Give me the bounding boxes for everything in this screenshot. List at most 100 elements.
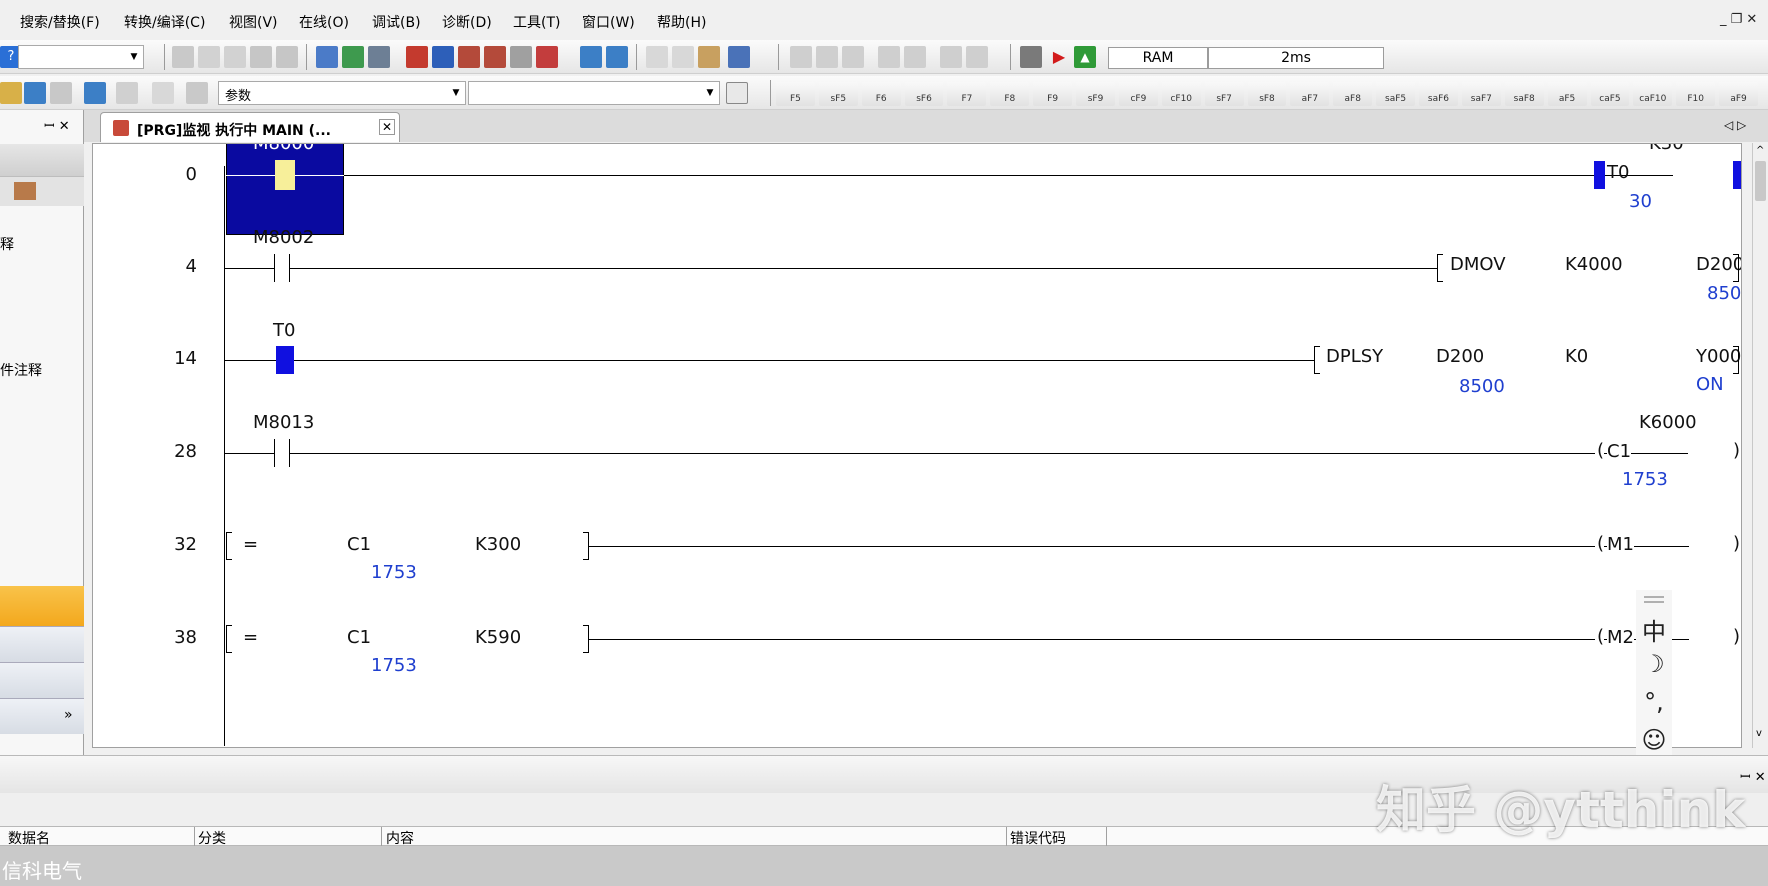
menu-online[interactable]: 在线(O) bbox=[299, 12, 349, 32]
plc-write-icon[interactable] bbox=[432, 46, 454, 68]
chevron-down-icon[interactable]: ▼ bbox=[703, 85, 717, 101]
dev-icon[interactable] bbox=[24, 82, 46, 104]
ladder-symbol-button[interactable]: sF7 bbox=[1204, 82, 1244, 106]
col-error-code[interactable]: 错误代码 bbox=[1010, 828, 1066, 848]
nav-pane-button[interactable]: » bbox=[0, 698, 84, 734]
undo-icon[interactable] bbox=[250, 46, 272, 68]
menu-view[interactable]: 视图(V) bbox=[229, 12, 278, 32]
column-separator[interactable] bbox=[381, 827, 382, 847]
ladder-symbol-button[interactable]: saF6 bbox=[1419, 82, 1458, 106]
column-separator[interactable] bbox=[1006, 827, 1007, 847]
comment-icon[interactable] bbox=[646, 46, 668, 68]
help-context-icon[interactable] bbox=[152, 82, 174, 104]
ladder-symbol-button[interactable]: F8 bbox=[990, 82, 1030, 106]
dev-icon[interactable] bbox=[580, 46, 602, 68]
ladder-symbol-button[interactable]: aF9 bbox=[1719, 82, 1758, 106]
remote-icon[interactable] bbox=[1020, 46, 1042, 68]
ladder-symbol-button[interactable]: F9 bbox=[1033, 82, 1073, 106]
ladder-symbol-button[interactable]: sF5 bbox=[818, 82, 858, 106]
ladder-tool-icon[interactable] bbox=[816, 46, 838, 68]
col-category[interactable]: 分类 bbox=[198, 828, 226, 848]
ladder-symbol-button[interactable]: cF10 bbox=[1161, 82, 1201, 106]
col-data-name[interactable]: 数据名 bbox=[8, 828, 50, 848]
ime-punctuation-icon[interactable]: °, bbox=[1636, 688, 1672, 716]
tree-item-comment[interactable]: 释 bbox=[0, 234, 14, 254]
ime-emoji-icon[interactable]: ☺ bbox=[1636, 726, 1672, 754]
stop-icon[interactable]: ▲ bbox=[1074, 46, 1096, 68]
tab-nav-arrows[interactable]: ◁ ▷ bbox=[1724, 118, 1746, 132]
ladder-symbol-button[interactable]: saF7 bbox=[1461, 82, 1501, 106]
device-read-icon[interactable] bbox=[316, 46, 338, 68]
tab-close-icon[interactable]: ✕ bbox=[379, 119, 396, 135]
ladder-vertical-scrollbar[interactable]: ^ v bbox=[1752, 143, 1768, 748]
column-separator[interactable] bbox=[1106, 827, 1107, 847]
cut-icon[interactable] bbox=[172, 46, 194, 68]
menu-window[interactable]: 窗口(W) bbox=[582, 12, 635, 32]
nav-pane-selected[interactable] bbox=[0, 586, 84, 626]
menu-debug[interactable]: 调试(B) bbox=[372, 12, 421, 32]
ladder-symbol-button[interactable]: sF9 bbox=[1076, 82, 1115, 106]
display-icon[interactable] bbox=[728, 46, 750, 68]
col-content[interactable]: 内容 bbox=[386, 828, 414, 848]
contact-on-m8000[interactable] bbox=[275, 160, 295, 190]
panel-pin-close[interactable]: ꟷ ✕ bbox=[44, 116, 70, 134]
statement-icon[interactable] bbox=[672, 46, 694, 68]
ladder-symbol-button[interactable]: F7 bbox=[947, 82, 987, 106]
tree-item-device-comment[interactable]: 件注释 bbox=[0, 360, 42, 380]
ladder-symbol-button[interactable]: caF10 bbox=[1633, 82, 1673, 106]
ladder-symbol-button[interactable]: cF9 bbox=[1118, 82, 1158, 106]
ladder-tool-icon[interactable] bbox=[842, 46, 864, 68]
copy-icon[interactable] bbox=[198, 46, 220, 68]
tree-tool-icon[interactable] bbox=[14, 182, 36, 200]
trace-icon[interactable] bbox=[536, 46, 558, 68]
menu-search-replace[interactable]: 搜索/替换(F) bbox=[20, 12, 100, 32]
ladder-tool-icon[interactable] bbox=[878, 46, 900, 68]
window-controls[interactable]: _ ❐ ✕ bbox=[1720, 12, 1757, 27]
ladder-tool-icon[interactable] bbox=[790, 46, 812, 68]
ladder-editor[interactable]: 0 M8000 T0 K30 30 4 M8002 DMOV K4000 D20… bbox=[92, 143, 1742, 748]
device-write-icon[interactable] bbox=[342, 46, 364, 68]
monitor-write-icon[interactable] bbox=[484, 46, 506, 68]
menu-convert-compile[interactable]: 转换/编译(C) bbox=[124, 12, 205, 32]
menu-help[interactable]: 帮助(H) bbox=[657, 12, 706, 32]
ladder-tool-icon[interactable] bbox=[966, 46, 988, 68]
page-icon[interactable] bbox=[726, 82, 748, 104]
ladder-symbol-button[interactable]: sF8 bbox=[1247, 82, 1287, 106]
find-icon[interactable] bbox=[116, 82, 138, 104]
run-icon[interactable]: ▶ bbox=[1048, 46, 1070, 68]
monitor-icon[interactable] bbox=[458, 46, 480, 68]
ime-chinese-mode-icon[interactable]: 中 bbox=[1636, 612, 1672, 647]
contact-no-m8013[interactable] bbox=[274, 439, 290, 467]
contact-on-t0[interactable] bbox=[276, 346, 294, 374]
ladder-symbol-button[interactable]: F5 bbox=[776, 82, 815, 106]
ladder-symbol-button[interactable]: saF5 bbox=[1376, 82, 1416, 106]
binoculars-icon[interactable] bbox=[186, 82, 208, 104]
dev-view-icon[interactable] bbox=[84, 82, 106, 104]
tab-prg-main[interactable]: [PRG]监视 执行中 MAIN (... ✕ bbox=[100, 112, 400, 142]
ladder-symbol-button[interactable]: sF6 bbox=[904, 82, 944, 106]
ladder-symbol-button[interactable]: caF5 bbox=[1590, 82, 1630, 106]
ladder-tool-icon[interactable] bbox=[904, 46, 926, 68]
paste-icon[interactable] bbox=[224, 46, 246, 68]
nav-pane-button[interactable] bbox=[0, 662, 84, 698]
ladder-symbol-button[interactable]: F6 bbox=[861, 82, 901, 106]
column-separator[interactable] bbox=[194, 827, 195, 847]
ime-halfwidth-icon[interactable]: ☽ bbox=[1636, 650, 1672, 678]
ladder-symbol-button[interactable]: aF5 bbox=[1547, 82, 1587, 106]
chevron-down-icon[interactable]: ▼ bbox=[127, 49, 141, 65]
ladder-symbol-button[interactable]: saF8 bbox=[1504, 82, 1544, 106]
contact-no-m8002[interactable] bbox=[274, 254, 290, 282]
menu-diagnose[interactable]: 诊断(D) bbox=[442, 12, 492, 32]
ladder-tool-icon[interactable] bbox=[940, 46, 962, 68]
grid-icon[interactable] bbox=[50, 82, 72, 104]
project-combo[interactable]: ▼ bbox=[18, 45, 144, 69]
chevron-up-icon[interactable]: ^ bbox=[1756, 145, 1764, 156]
program-icon[interactable] bbox=[0, 82, 22, 104]
chevron-double-right-icon[interactable]: » bbox=[64, 707, 73, 723]
ladder-symbol-button[interactable]: aF8 bbox=[1333, 82, 1373, 106]
plc-read-icon[interactable] bbox=[406, 46, 428, 68]
device-combo[interactable]: ▼ bbox=[468, 81, 720, 105]
scroll-thumb[interactable] bbox=[1755, 161, 1766, 201]
nav-pane-button[interactable] bbox=[0, 626, 84, 662]
param-combo[interactable]: 参数 ▼ bbox=[218, 81, 466, 105]
